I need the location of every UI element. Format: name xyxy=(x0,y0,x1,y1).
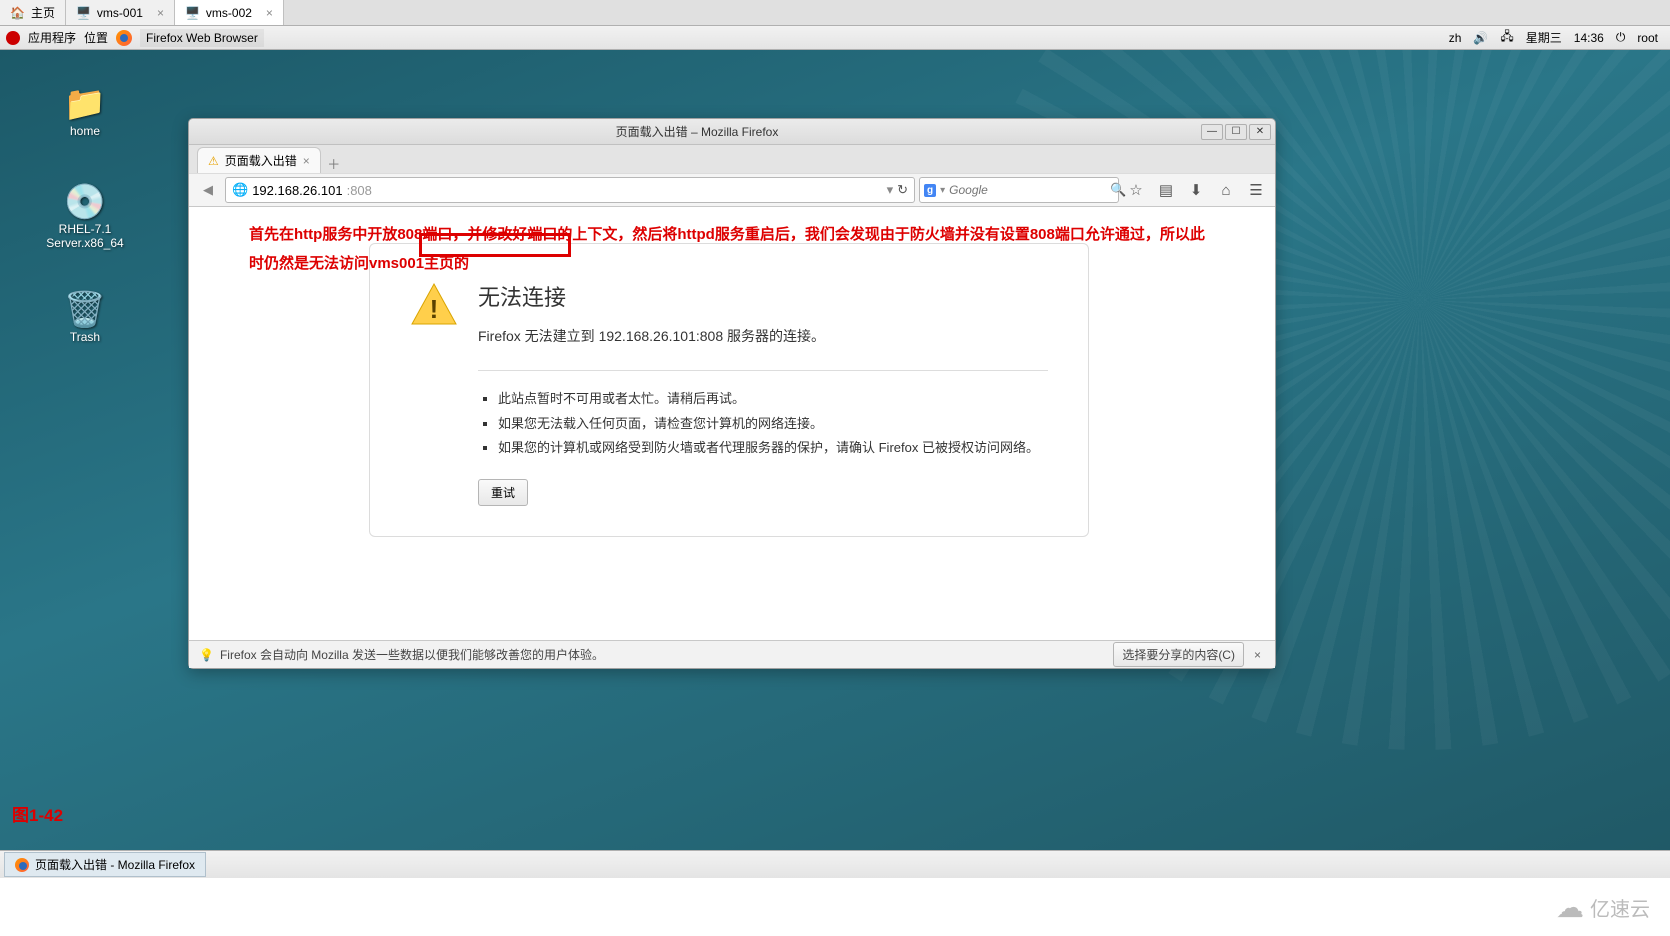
desktop-icon-trash[interactable]: 🗑️ Trash xyxy=(40,290,130,344)
folder-home-icon: 📁 xyxy=(40,84,130,124)
menu-icon[interactable]: ☰ xyxy=(1243,181,1269,199)
active-app-label: Firefox Web Browser xyxy=(140,29,264,47)
browser-tab-strip: ⚠ 页面载入出错 × ＋ xyxy=(189,145,1275,173)
redhat-logo-icon xyxy=(6,31,20,45)
browser-tab[interactable]: ⚠ 页面载入出错 × xyxy=(197,147,321,173)
error-subtitle: Firefox 无法建立到 192.168.26.101:808 服务器的连接。 xyxy=(478,326,1048,346)
search-box[interactable]: g ▾ 🔍 xyxy=(919,177,1119,203)
host-tab-bar: 🏠 主页 🖥️ vms-001 × 🖥️ vms-002 × xyxy=(0,0,1670,26)
address-input[interactable] xyxy=(376,183,883,198)
home-icon[interactable]: ⌂ xyxy=(1213,182,1239,199)
url-host: 192.168.26.101 xyxy=(252,183,342,198)
taskbar-item-firefox[interactable]: 页面载入出错 - Mozilla Firefox xyxy=(4,852,206,877)
lightbulb-icon: 💡 xyxy=(199,648,214,662)
close-icon[interactable]: × xyxy=(266,6,273,20)
clock-day[interactable]: 星期三 xyxy=(1526,29,1562,46)
browser-content: 首先在http服务中开放808端口，并修改好端口的上下文，然后将httpd服务重… xyxy=(189,207,1275,640)
cloud-icon: ☁ xyxy=(1556,891,1584,924)
host-tab-vms002[interactable]: 🖥️ vms-002 × xyxy=(175,0,284,25)
host-tab-home[interactable]: 🏠 主页 xyxy=(0,0,66,25)
dismiss-status-icon[interactable]: × xyxy=(1250,648,1265,662)
downloads-icon[interactable]: ⬇ xyxy=(1183,181,1209,199)
window-maximize-button[interactable]: ☐ xyxy=(1225,124,1247,140)
gnome-bottom-taskbar: 页面载入出错 - Mozilla Firefox xyxy=(0,850,1670,878)
search-dropdown-icon[interactable]: ▾ xyxy=(940,185,945,196)
url-port: :808 xyxy=(347,183,372,198)
google-icon: g xyxy=(924,184,936,197)
taskbar-item-label: 页面载入出错 - Mozilla Firefox xyxy=(35,856,195,873)
browser-status-bar: 💡 Firefox 会自动向 Mozilla 发送一些数据以便我们能够改善您的用… xyxy=(189,640,1275,668)
page-footer: ☁ 亿速云 xyxy=(0,878,1670,936)
error-suggestion: 此站点暂时不可用或者太忙。请稍后再试。 xyxy=(498,387,1048,412)
error-page-container: ! 无法连接 Firefox 无法建立到 192.168.26.101:808 … xyxy=(369,243,1089,537)
bookmarks-list-icon[interactable]: ▤ xyxy=(1153,181,1179,199)
divider xyxy=(478,370,1048,371)
desktop-icon-home[interactable]: 📁 home xyxy=(40,84,130,138)
desktop-icon-label: RHEL-7.1 Server.x86_64 xyxy=(40,222,130,250)
applications-menu[interactable]: 应用程序 xyxy=(28,29,76,46)
error-suggestion: 如果您无法载入任何页面，请检查您计算机的网络连接。 xyxy=(498,412,1048,437)
input-method-indicator[interactable]: zh xyxy=(1449,31,1462,45)
network-icon[interactable]: 🖧 xyxy=(1500,27,1513,48)
window-minimize-button[interactable]: — xyxy=(1201,124,1223,140)
host-tab-label: 主页 xyxy=(31,4,55,21)
host-tab-label: vms-002 xyxy=(206,6,252,20)
error-suggestion: 如果您的计算机或网络受到防火墙或者代理服务器的保护，请确认 Firefox 已被… xyxy=(498,436,1048,461)
desktop[interactable]: 📁 home 💿 RHEL-7.1 Server.x86_64 🗑️ Trash… xyxy=(0,50,1670,936)
host-tab-label: vms-001 xyxy=(97,6,143,20)
desktop-icon-media[interactable]: 💿 RHEL-7.1 Server.x86_64 xyxy=(40,182,130,250)
firefox-icon[interactable] xyxy=(116,30,132,46)
window-title: 页面载入出错 – Mozilla Firefox xyxy=(193,123,1201,140)
vm-icon: 🖥️ xyxy=(185,6,200,20)
power-icon[interactable]: ⏻ xyxy=(1616,30,1626,45)
yisu-watermark: ☁ 亿速云 xyxy=(1556,891,1650,924)
volume-icon[interactable]: 🔊 xyxy=(1473,31,1488,45)
firefox-icon xyxy=(15,858,29,872)
reload-icon[interactable]: ↻ xyxy=(897,182,908,198)
window-close-button[interactable]: ✕ xyxy=(1249,124,1271,140)
desktop-icon-label: Trash xyxy=(40,330,130,344)
error-suggestions-list: 此站点暂时不可用或者太忙。请稍后再试。 如果您无法载入任何页面，请检查您计算机的… xyxy=(478,387,1048,461)
user-menu[interactable]: root xyxy=(1637,31,1658,45)
firefox-window: 页面载入出错 – Mozilla Firefox — ☐ ✕ ⚠ 页面载入出错 … xyxy=(188,118,1276,669)
error-title: 无法连接 xyxy=(478,280,1048,312)
retry-button[interactable]: 重试 xyxy=(478,479,528,506)
trash-icon: 🗑️ xyxy=(40,290,130,330)
svg-text:!: ! xyxy=(430,294,439,324)
clock-time[interactable]: 14:36 xyxy=(1574,31,1604,45)
close-icon[interactable]: × xyxy=(157,6,164,20)
places-menu[interactable]: 位置 xyxy=(84,29,108,46)
window-titlebar[interactable]: 页面载入出错 – Mozilla Firefox — ☐ ✕ xyxy=(189,119,1275,145)
browser-tab-title: 页面载入出错 xyxy=(225,152,297,169)
warning-icon: ⚠ xyxy=(208,154,219,168)
host-tab-vms001[interactable]: 🖥️ vms-001 × xyxy=(66,0,175,25)
status-message: Firefox 会自动向 Mozilla 发送一些数据以便我们能够改善您的用户体… xyxy=(220,646,604,663)
share-content-button[interactable]: 选择要分享的内容(C) xyxy=(1113,642,1244,667)
watermark-text: 亿速云 xyxy=(1590,893,1650,922)
back-button[interactable]: ◀ xyxy=(195,177,221,203)
search-input[interactable] xyxy=(949,183,1106,197)
figure-label: 图1-42 xyxy=(12,801,63,826)
disc-icon: 💿 xyxy=(40,182,130,222)
browser-toolbar: ◀ 🌐 192.168.26.101 :808 ▾ ↻ g ▾ 🔍 ☆ ▤ ⬇ ⌂… xyxy=(189,173,1275,207)
address-bar[interactable]: 🌐 192.168.26.101 :808 ▾ ↻ xyxy=(225,177,915,203)
globe-icon: 🌐 xyxy=(232,182,248,198)
desktop-icon-label: home xyxy=(40,124,130,138)
vm-icon: 🖥️ xyxy=(76,6,91,20)
bookmark-star-icon[interactable]: ☆ xyxy=(1123,181,1149,199)
warning-triangle-icon: ! xyxy=(410,280,458,328)
close-tab-icon[interactable]: × xyxy=(303,154,310,168)
instruction-annotation: 首先在http服务中开放808端口，并修改好端口的上下文，然后将httpd服务重… xyxy=(249,221,1215,278)
history-dropdown-icon[interactable]: ▾ xyxy=(887,182,894,198)
new-tab-button[interactable]: ＋ xyxy=(323,153,345,173)
home-icon: 🏠 xyxy=(10,6,25,20)
gnome-top-panel: 应用程序 位置 Firefox Web Browser zh 🔊 🖧 星期三 1… xyxy=(0,26,1670,50)
